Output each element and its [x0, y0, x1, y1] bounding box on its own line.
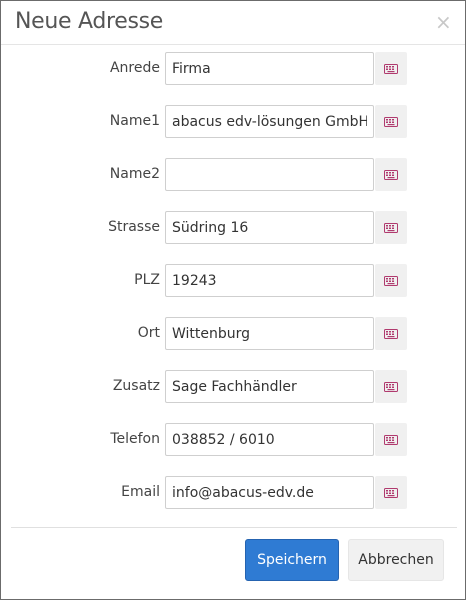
ort-input[interactable] [165, 317, 374, 350]
keyboard-icon[interactable] [375, 211, 407, 244]
field-label-plz: PLZ [134, 272, 160, 288]
field-label-email: Email [121, 484, 160, 500]
field-label-zusatz: Zusatz [112, 378, 160, 394]
field-row-telefon: Telefon [1, 423, 465, 457]
field-row-ort: Ort [1, 317, 465, 351]
field-row-name1: Name1 [1, 105, 465, 139]
field-row-strasse: Strasse [1, 211, 465, 245]
keyboard-icon[interactable] [375, 158, 407, 191]
keyboard-icon[interactable] [375, 317, 407, 350]
dialog-title: Neue Adresse [15, 9, 164, 34]
keyboard-icon[interactable] [375, 370, 407, 403]
zusatz-input[interactable] [165, 370, 374, 403]
keyboard-icon[interactable] [375, 476, 407, 509]
footer-divider [11, 527, 457, 528]
field-row-anrede: Anrede [1, 52, 465, 86]
keyboard-icon[interactable] [375, 105, 407, 138]
field-label-telefon: Telefon [110, 431, 160, 447]
keyboard-icon[interactable] [375, 423, 407, 456]
plz-input[interactable] [165, 264, 374, 297]
email-input[interactable] [165, 476, 374, 509]
new-address-dialog: Neue Adresse × Anrede Name1 Name2 Strass… [0, 0, 466, 600]
keyboard-icon[interactable] [375, 264, 407, 297]
name2-input[interactable] [165, 158, 374, 191]
close-icon[interactable]: × [435, 12, 452, 32]
field-label-ort: Ort [137, 325, 160, 341]
field-label-name2: Name2 [109, 166, 160, 182]
strasse-input[interactable] [165, 211, 374, 244]
field-row-zusatz: Zusatz [1, 370, 465, 404]
field-label-name1: Name1 [109, 113, 160, 129]
field-label-anrede: Anrede [109, 60, 160, 76]
field-label-strasse: Strasse [108, 219, 160, 235]
dialog-header: Neue Adresse × [1, 1, 465, 45]
name1-input[interactable] [165, 105, 374, 138]
field-row-name2: Name2 [1, 158, 465, 192]
telefon-input[interactable] [165, 423, 374, 456]
anrede-input[interactable] [165, 52, 374, 85]
field-row-email: Email [1, 476, 465, 510]
keyboard-icon[interactable] [375, 52, 407, 85]
field-row-plz: PLZ [1, 264, 465, 298]
cancel-button[interactable]: Abbrechen [348, 539, 444, 581]
save-button[interactable]: Speichern [245, 539, 339, 581]
